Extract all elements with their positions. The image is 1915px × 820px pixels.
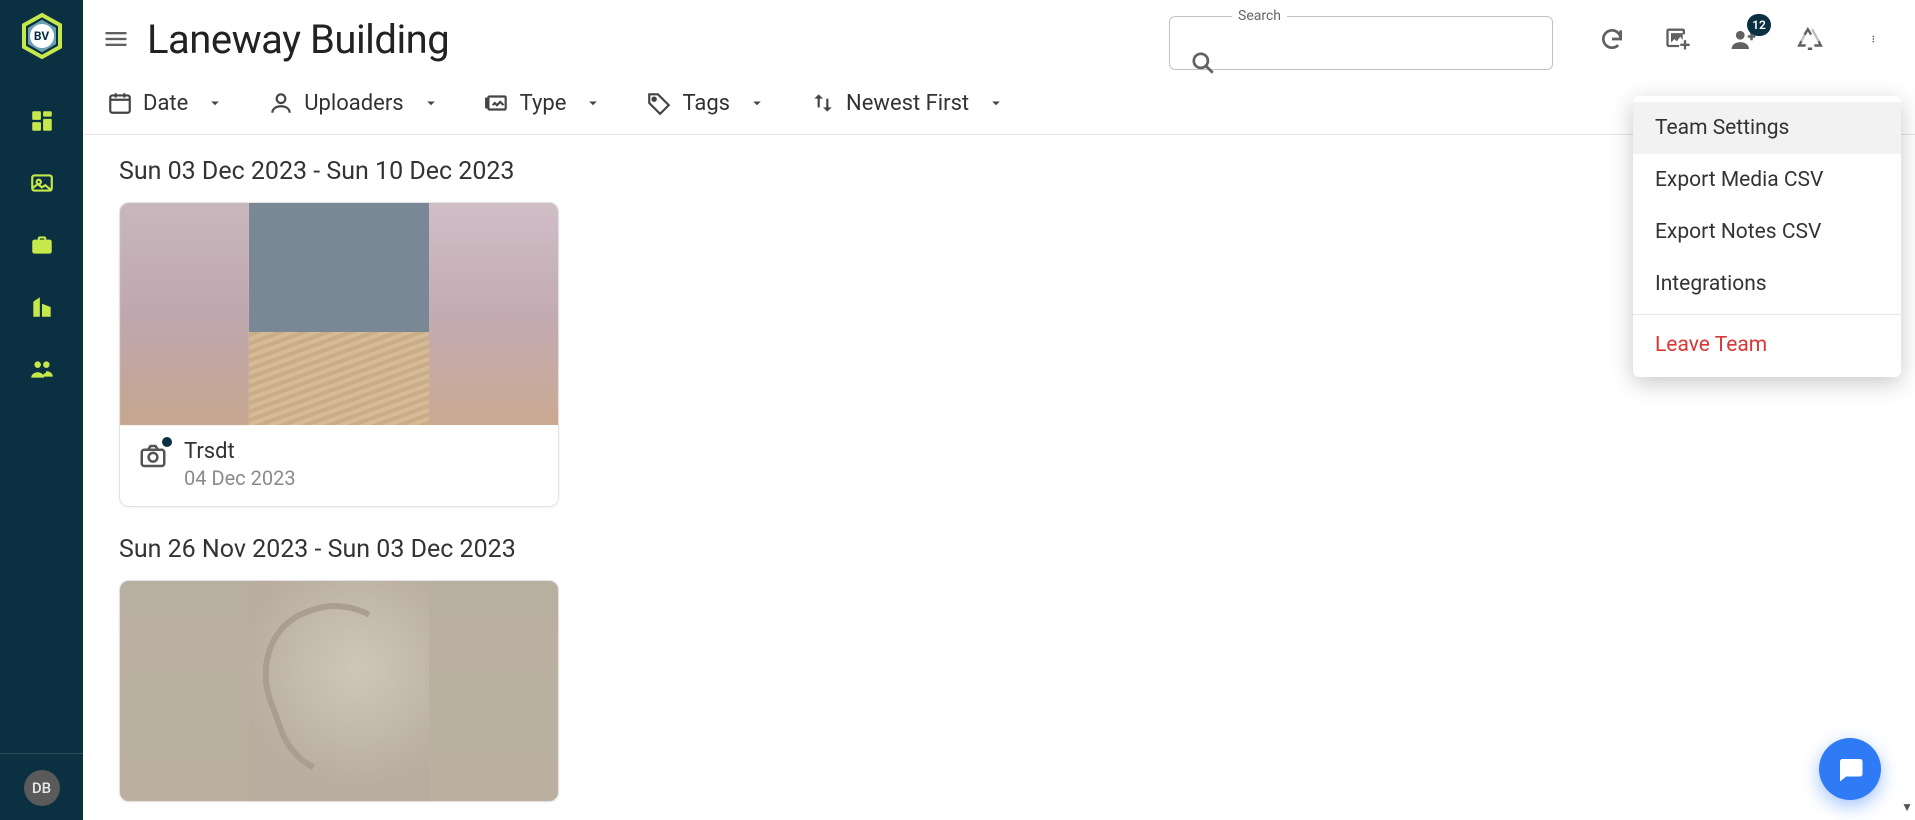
sidebar-briefcase-icon[interactable] <box>29 232 55 258</box>
menu-toggle-icon[interactable] <box>101 24 131 54</box>
add-people-icon[interactable]: 12 <box>1729 24 1759 54</box>
filter-type[interactable]: Type <box>484 90 603 116</box>
recycle-icon[interactable] <box>1795 24 1825 54</box>
sidebar-people-icon[interactable] <box>29 356 55 382</box>
chevron-down-icon <box>206 94 224 112</box>
menu-export-media[interactable]: Export Media CSV <box>1633 154 1901 206</box>
media-date: 04 Dec 2023 <box>184 466 296 490</box>
add-image-icon[interactable] <box>1663 24 1693 54</box>
filter-uploaders[interactable]: Uploaders <box>268 90 439 116</box>
chevron-down-icon <box>584 94 602 112</box>
topbar: Laneway Building Search <box>83 0 1915 78</box>
media-card[interactable]: Trsdt 04 Dec 2023 <box>119 202 559 507</box>
menu-team-settings[interactable]: Team Settings <box>1633 102 1901 154</box>
sidebar: BV DB <box>0 0 83 820</box>
media-thumbnail <box>120 581 558 801</box>
refresh-icon[interactable] <box>1597 24 1627 54</box>
menu-integrations[interactable]: Integrations <box>1633 258 1901 310</box>
menu-export-notes[interactable]: Export Notes CSV <box>1633 206 1901 258</box>
filter-uploaders-label: Uploaders <box>304 91 403 116</box>
filter-date-label: Date <box>143 91 188 116</box>
menu-leave-team[interactable]: Leave Team <box>1633 319 1901 371</box>
filter-tags[interactable]: Tags <box>646 90 766 116</box>
filter-tags-label: Tags <box>682 91 730 116</box>
media-title: Trsdt <box>184 439 296 464</box>
chevron-down-icon <box>987 94 1005 112</box>
date-range-header: Sun 26 Nov 2023 - Sun 03 Dec 2023 <box>119 535 1879 564</box>
filter-date[interactable]: Date <box>107 90 224 116</box>
filter-sort[interactable]: Newest First <box>810 90 1005 116</box>
sidebar-building-icon[interactable] <box>29 294 55 320</box>
sidebar-gallery-icon[interactable] <box>29 170 55 196</box>
sidebar-dashboard-icon[interactable] <box>29 108 55 134</box>
search-field[interactable]: Search <box>1169 8 1553 70</box>
overflow-menu: Team Settings Export Media CSV Export No… <box>1633 96 1901 377</box>
app-logo-text: BV <box>30 24 54 48</box>
media-thumbnail <box>120 203 558 425</box>
search-icon <box>1190 50 1216 80</box>
chevron-down-icon <box>748 94 766 112</box>
main: Laneway Building Search <box>83 0 1915 820</box>
filter-type-label: Type <box>520 91 567 116</box>
avatar[interactable]: DB <box>24 770 60 806</box>
date-range-header: Sun 03 Dec 2023 - Sun 10 Dec 2023 <box>119 157 1879 186</box>
app-logo[interactable]: BV <box>18 12 66 60</box>
page-title: Laneway Building <box>147 16 449 63</box>
people-badge: 12 <box>1747 14 1771 36</box>
search-input[interactable] <box>1220 14 1542 54</box>
scroll-indicator: ▼ <box>1901 800 1913 814</box>
chat-fab[interactable] <box>1819 738 1881 800</box>
media-card[interactable] <box>119 580 559 802</box>
filter-sort-label: Newest First <box>846 91 969 116</box>
more-icon[interactable] <box>1861 24 1891 54</box>
chevron-down-icon <box>422 94 440 112</box>
camera-icon <box>138 441 168 475</box>
menu-divider <box>1633 314 1901 315</box>
